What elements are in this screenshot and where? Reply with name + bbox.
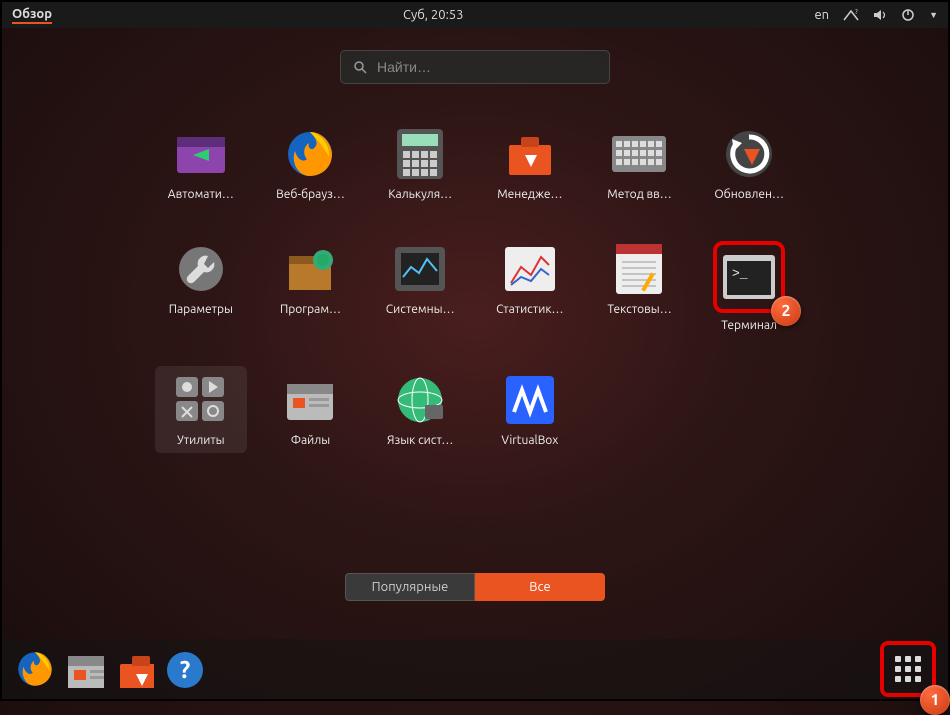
- app-updates[interactable]: Обновлен…: [703, 120, 795, 207]
- app-label: Автомати…: [168, 188, 234, 201]
- app-files[interactable]: Файлы: [265, 366, 357, 453]
- terminal-icon: >_: [721, 249, 777, 305]
- app-label: Системны…: [386, 303, 455, 316]
- dock: ? 1: [2, 639, 948, 699]
- app-text-editor[interactable]: Текстовы…: [594, 235, 686, 338]
- firefox-icon: [16, 650, 54, 688]
- wrench-icon: [173, 241, 229, 297]
- chevron-down-icon[interactable]: ▼: [929, 10, 938, 20]
- updater-icon: [721, 126, 777, 182]
- search-box[interactable]: [340, 50, 610, 84]
- keyboard-icon: [611, 126, 667, 182]
- app-label: VirtualBox: [501, 434, 558, 447]
- network-icon[interactable]: ?: [843, 9, 859, 21]
- app-software[interactable]: Програм…: [265, 235, 357, 338]
- app-label: Веб-брауз…: [276, 188, 345, 201]
- window-purple-icon: [173, 126, 229, 182]
- app-terminal[interactable]: >_Терминал2: [703, 235, 795, 338]
- keyboard-layout-indicator[interactable]: en: [814, 8, 829, 22]
- svg-text:?: ?: [180, 656, 191, 683]
- dock-files[interactable]: [64, 648, 106, 690]
- app-stats[interactable]: Статистик…: [484, 235, 576, 338]
- callout-badge-2: 2: [771, 296, 801, 326]
- app-label: Терминал: [721, 319, 777, 332]
- vbox-icon: [502, 372, 558, 428]
- activities-button[interactable]: Обзор: [12, 7, 52, 24]
- dock-software[interactable]: [114, 648, 156, 690]
- app-label: Статистик…: [496, 303, 563, 316]
- app-lang-support[interactable]: Язык сист…: [374, 366, 466, 453]
- files-icon: [66, 650, 104, 688]
- app-label: Калькуля…: [388, 188, 452, 201]
- app-firefox[interactable]: Веб-брауз…: [265, 120, 357, 207]
- app-manager[interactable]: Менедже…: [484, 120, 576, 207]
- top-bar: Обзор Суб, 20:53 en ? ▼: [2, 2, 948, 28]
- status-area: en ? ▼: [814, 8, 938, 22]
- show-apps-button[interactable]: [886, 647, 930, 691]
- app-grid: Автомати… Веб-брауз… Калькуля… Менедже… Мето…: [155, 120, 795, 453]
- app-sysmon[interactable]: Системны…: [374, 235, 466, 338]
- tab-all[interactable]: Все: [475, 573, 605, 601]
- help-icon: ?: [165, 650, 205, 688]
- monitor-icon: [392, 241, 448, 297]
- app-calculator[interactable]: Калькуля…: [374, 120, 466, 207]
- app-label: Параметры: [169, 303, 233, 316]
- package-icon: [282, 241, 338, 297]
- dock-firefox[interactable]: [14, 648, 56, 690]
- chart-icon: [502, 241, 558, 297]
- show-apps-highlight: 1: [880, 641, 936, 697]
- app-input-method[interactable]: Метод вв…: [594, 120, 686, 207]
- tab-frequent[interactable]: Популярные: [345, 573, 475, 601]
- svg-text:?: ?: [855, 9, 858, 16]
- power-icon[interactable]: [901, 8, 915, 22]
- app-label: Файлы: [291, 434, 330, 447]
- app-label: Програм…: [280, 303, 341, 316]
- app-label: Менедже…: [497, 188, 562, 201]
- utilities-icon: [173, 372, 229, 428]
- app-utilities[interactable]: Утилиты: [155, 366, 247, 453]
- app-label: Язык сист…: [387, 434, 453, 447]
- briefcase-icon: [502, 126, 558, 182]
- app-autostart[interactable]: Автомати…: [155, 120, 247, 207]
- firefox-icon: [282, 126, 338, 182]
- svg-text:>_: >_: [732, 266, 748, 281]
- search-input[interactable]: [377, 59, 597, 75]
- dock-help[interactable]: ?: [164, 648, 206, 690]
- callout-badge-1: 1: [920, 685, 950, 715]
- app-label: Текстовы…: [607, 303, 671, 316]
- search-icon: [353, 60, 367, 74]
- briefcase-icon: [116, 650, 154, 688]
- app-label: Метод вв…: [607, 188, 671, 201]
- notepad-icon: [611, 241, 667, 297]
- globe-icon: [392, 372, 448, 428]
- files-icon: [282, 372, 338, 428]
- app-settings[interactable]: Параметры: [155, 235, 247, 338]
- view-tabs: Популярные Все: [345, 573, 605, 601]
- volume-icon[interactable]: [873, 9, 887, 21]
- app-label: Утилиты: [177, 434, 225, 447]
- calculator-icon: [392, 126, 448, 182]
- app-label: Обновлен…: [714, 188, 784, 201]
- app-virtualbox[interactable]: VirtualBox: [484, 366, 576, 453]
- clock[interactable]: Суб, 20:53: [52, 8, 814, 22]
